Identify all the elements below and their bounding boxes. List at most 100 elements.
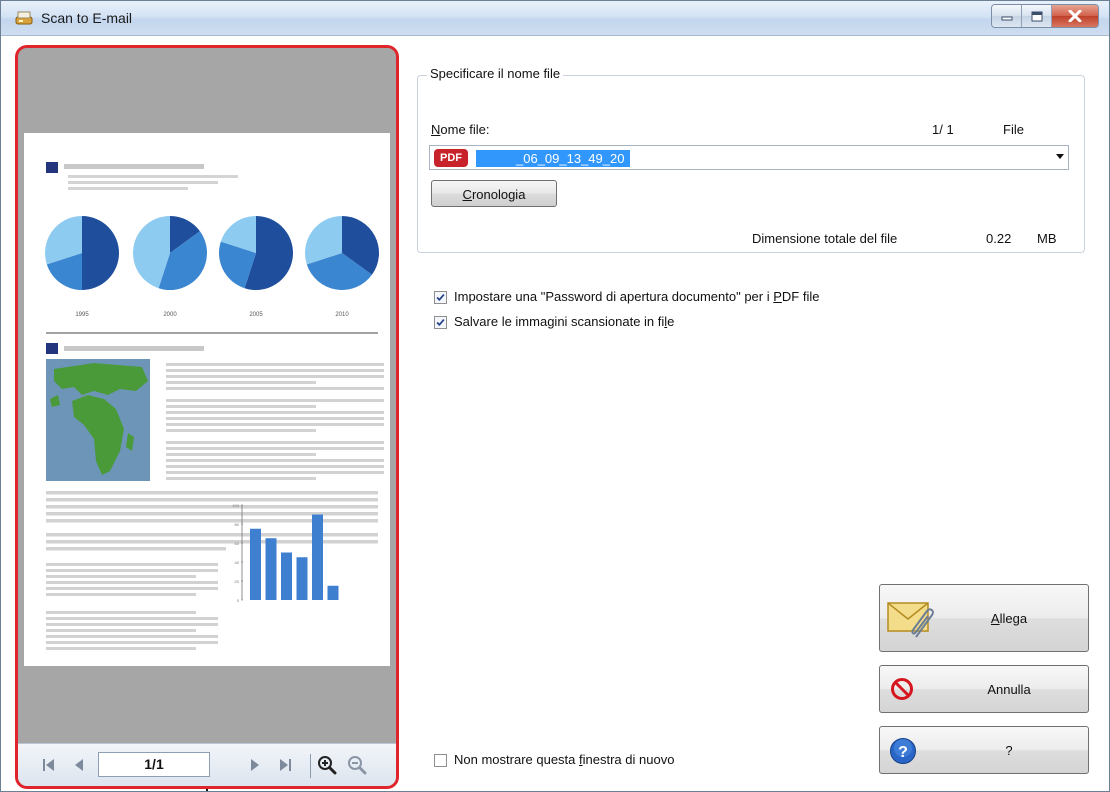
text-line	[166, 477, 316, 480]
close-icon	[1052, 5, 1098, 27]
total-size-value: 0.22	[986, 231, 1012, 246]
text-line	[46, 547, 226, 551]
window-controls	[991, 4, 1099, 28]
pie-slice	[82, 216, 119, 290]
pie-year-2010: 2010	[335, 312, 349, 318]
bar	[296, 557, 308, 600]
text-line	[166, 423, 384, 426]
checkmark-icon	[436, 318, 445, 327]
text-line	[166, 411, 384, 414]
minimize-icon	[992, 5, 1021, 27]
toolbar-separator	[310, 754, 311, 778]
text-line	[46, 587, 218, 590]
bar-tick-label: 40	[235, 560, 240, 565]
save-images-checkbox-label[interactable]: Salvare le immagini scansionate in file	[454, 314, 674, 329]
maximize-button[interactable]	[1022, 5, 1052, 27]
text-line	[46, 641, 218, 644]
maximize-icon	[1022, 5, 1051, 27]
text-line	[46, 519, 378, 523]
thumbnail-pie-chart	[45, 216, 119, 290]
attach-button-label: llega	[999, 610, 1028, 626]
svg-text:?: ?	[898, 744, 908, 761]
text-line	[166, 375, 384, 378]
scanned-page-thumbnail: 1995 2000 2005 2010 100 80 60 40 20 0	[24, 133, 390, 666]
text-line	[166, 465, 384, 468]
text-line	[46, 575, 196, 578]
dropdown-arrow-icon[interactable]	[1056, 154, 1064, 159]
bar	[281, 552, 292, 600]
cancel-button[interactable]: Annulla	[879, 665, 1089, 713]
save-images-checkbox[interactable]	[434, 316, 447, 329]
file-counter-unit: File	[1003, 122, 1024, 137]
file-counter: 1/ 1	[932, 122, 954, 137]
text-line	[166, 429, 316, 432]
text-line	[166, 369, 384, 372]
filename-label-accel: N	[431, 122, 441, 137]
text-line	[166, 447, 384, 450]
text-line	[46, 623, 218, 626]
text-line	[166, 387, 384, 390]
pdf-file-icon: PDF	[434, 149, 468, 167]
total-size-label: Dimensione totale del file	[752, 231, 898, 246]
world-map-image	[46, 359, 150, 481]
last-page-icon[interactable]	[274, 754, 296, 776]
text-line	[166, 441, 384, 444]
filename-combobox[interactable]: PDF _06_09_13_49_20	[429, 145, 1069, 170]
bar	[327, 585, 339, 600]
window-title: Scan to E-mail	[41, 10, 133, 26]
bar-tick-label: 60	[235, 541, 240, 546]
preview-canvas[interactable]: 1995 2000 2005 2010 100 80 60 40 20 0	[18, 48, 396, 743]
bar-tick-label: 20	[235, 579, 240, 584]
minimize-button[interactable]	[992, 5, 1022, 27]
close-button[interactable]	[1052, 5, 1098, 27]
attach-button[interactable]: Allega	[879, 584, 1089, 652]
pie-year-2005: 2005	[249, 312, 263, 318]
text-line	[46, 533, 378, 537]
scanner-app-icon	[15, 9, 33, 27]
text-line	[166, 405, 316, 408]
bar	[312, 514, 323, 600]
bar	[265, 538, 277, 600]
text-line	[46, 569, 218, 572]
page-number-field[interactable]: 1/1	[98, 752, 210, 777]
text-line	[166, 399, 384, 402]
pie-year-1995: 1995	[75, 312, 89, 318]
prohibited-icon	[890, 677, 914, 706]
first-page-icon[interactable]	[38, 754, 60, 776]
text-line	[166, 363, 384, 366]
password-checkbox[interactable]	[434, 291, 447, 304]
thumbnail-bar-chart: 100 80 60 40 20 0	[232, 503, 339, 603]
text-line	[46, 498, 378, 502]
previous-page-icon[interactable]	[68, 754, 90, 776]
filename-label-text: ome file:	[440, 122, 490, 137]
filename-label: Nome file:	[431, 122, 490, 137]
text-line	[166, 471, 384, 474]
zoom-in-icon[interactable]	[316, 754, 338, 776]
history-button-accel: C	[462, 187, 472, 202]
file-name-group-title: Specificare il nome file	[427, 66, 564, 81]
thumbnail-pie-chart	[305, 216, 380, 290]
pie-year-2000: 2000	[163, 312, 177, 318]
history-button[interactable]: Cronologia	[431, 180, 557, 207]
text-line	[166, 417, 384, 420]
filename-value[interactable]: _06_09_13_49_20	[476, 150, 631, 167]
checkmark-icon	[436, 293, 445, 302]
dont-show-again-checkbox[interactable]	[434, 754, 447, 767]
next-page-icon[interactable]	[244, 754, 266, 776]
scan-to-email-window: Scan to E-mail 1995 2000 2005 2010 100 8…	[0, 0, 1110, 792]
password-checkbox-label[interactable]: Impostare una "Password di apertura docu…	[454, 289, 819, 304]
thumbnail-pie-chart	[133, 216, 207, 290]
bar	[250, 528, 261, 600]
bar-tick-label: 80	[235, 522, 240, 527]
text-line	[46, 635, 218, 638]
help-button[interactable]: ? ?	[879, 726, 1089, 774]
zoom-out-icon[interactable]	[346, 754, 368, 776]
text-line	[46, 629, 196, 632]
dont-show-again-label[interactable]: Non mostrare questa finestra di nuovo	[454, 752, 674, 767]
text-line	[46, 563, 218, 566]
text-line	[46, 617, 218, 620]
thumbnail-pie-chart	[219, 216, 293, 290]
help-button-label: ?	[1005, 742, 1013, 758]
text-line	[46, 647, 196, 650]
text-line	[46, 540, 378, 544]
